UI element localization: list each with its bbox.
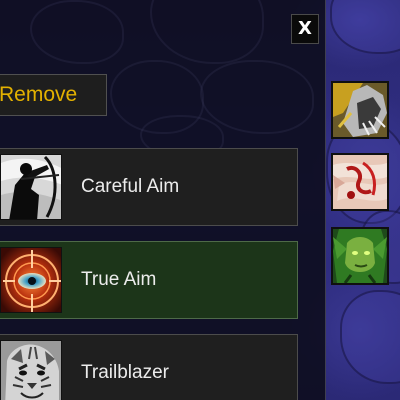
dryad-portrait-icon[interactable]	[331, 227, 389, 285]
beast-claw-icon[interactable]	[331, 81, 389, 139]
talent-row-careful-aim[interactable]: Careful Aim	[0, 148, 298, 226]
talent-name: True Aim	[81, 269, 157, 290]
remove-button[interactable]: Remove	[0, 74, 107, 116]
talent-row-true-aim[interactable]: True Aim	[0, 241, 298, 319]
talent-name: Trailblazer	[81, 362, 169, 383]
background-rock	[340, 290, 400, 384]
panel-texture	[200, 60, 314, 134]
crosshair-eye-icon	[0, 247, 62, 313]
talent-panel: X Remove Careful Aim True Aim Trailblaze…	[0, 0, 326, 400]
talent-name: Careful Aim	[81, 176, 180, 197]
game-background: X Remove Careful Aim True Aim Trailblaze…	[0, 0, 400, 400]
archer-silhouette-icon	[0, 154, 62, 220]
background-rock	[330, 0, 400, 54]
panel-texture	[30, 0, 124, 64]
bloody-bandage-icon[interactable]	[331, 153, 389, 211]
panel-texture	[150, 0, 264, 64]
close-button[interactable]: X	[291, 14, 319, 44]
talent-row-trailblazer[interactable]: Trailblazer	[0, 334, 298, 400]
tiger-head-icon	[0, 340, 62, 400]
